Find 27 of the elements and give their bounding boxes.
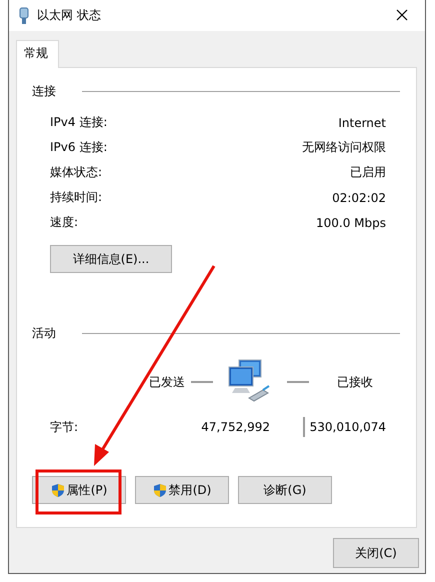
- properties-button[interactable]: 属性(P): [32, 476, 126, 504]
- shield-icon: [50, 482, 65, 498]
- field-value: 02:02:02: [332, 190, 386, 204]
- field-label: 速度:: [50, 214, 78, 231]
- field-value: 已启用: [350, 164, 386, 181]
- close-button[interactable]: 关闭(C): [333, 538, 419, 568]
- tab[interactable]: 常规: [16, 40, 59, 68]
- field-value: Internet: [338, 116, 386, 130]
- window-title: 以太网 状态: [37, 7, 102, 24]
- sent-value: 47,752,992: [200, 420, 270, 434]
- details-button[interactable]: 详细信息(E)...: [50, 245, 172, 273]
- field-label: 媒体状态:: [50, 164, 102, 181]
- field-label: IPv6 连接:: [50, 139, 108, 156]
- diagnose-button[interactable]: 诊断(G): [238, 476, 332, 504]
- received-label: 已接收: [337, 374, 373, 390]
- sent-label: 已发送: [149, 374, 185, 390]
- section-heading: 连接: [32, 83, 56, 100]
- section-heading: 活动: [32, 325, 56, 342]
- disable-button[interactable]: 禁用(D): [135, 476, 229, 504]
- field-value: 无网络访问权限: [302, 139, 386, 156]
- field-label: 持续时间:: [50, 189, 102, 206]
- received-value: 530,010,074: [308, 420, 386, 434]
- bytes-label: 字节:: [50, 418, 80, 436]
- network-adapter-icon: [19, 6, 29, 24]
- shield-icon: [152, 482, 167, 498]
- field-label: IPv4 连接:: [50, 114, 108, 131]
- field-value: 100.0 Mbps: [316, 216, 386, 230]
